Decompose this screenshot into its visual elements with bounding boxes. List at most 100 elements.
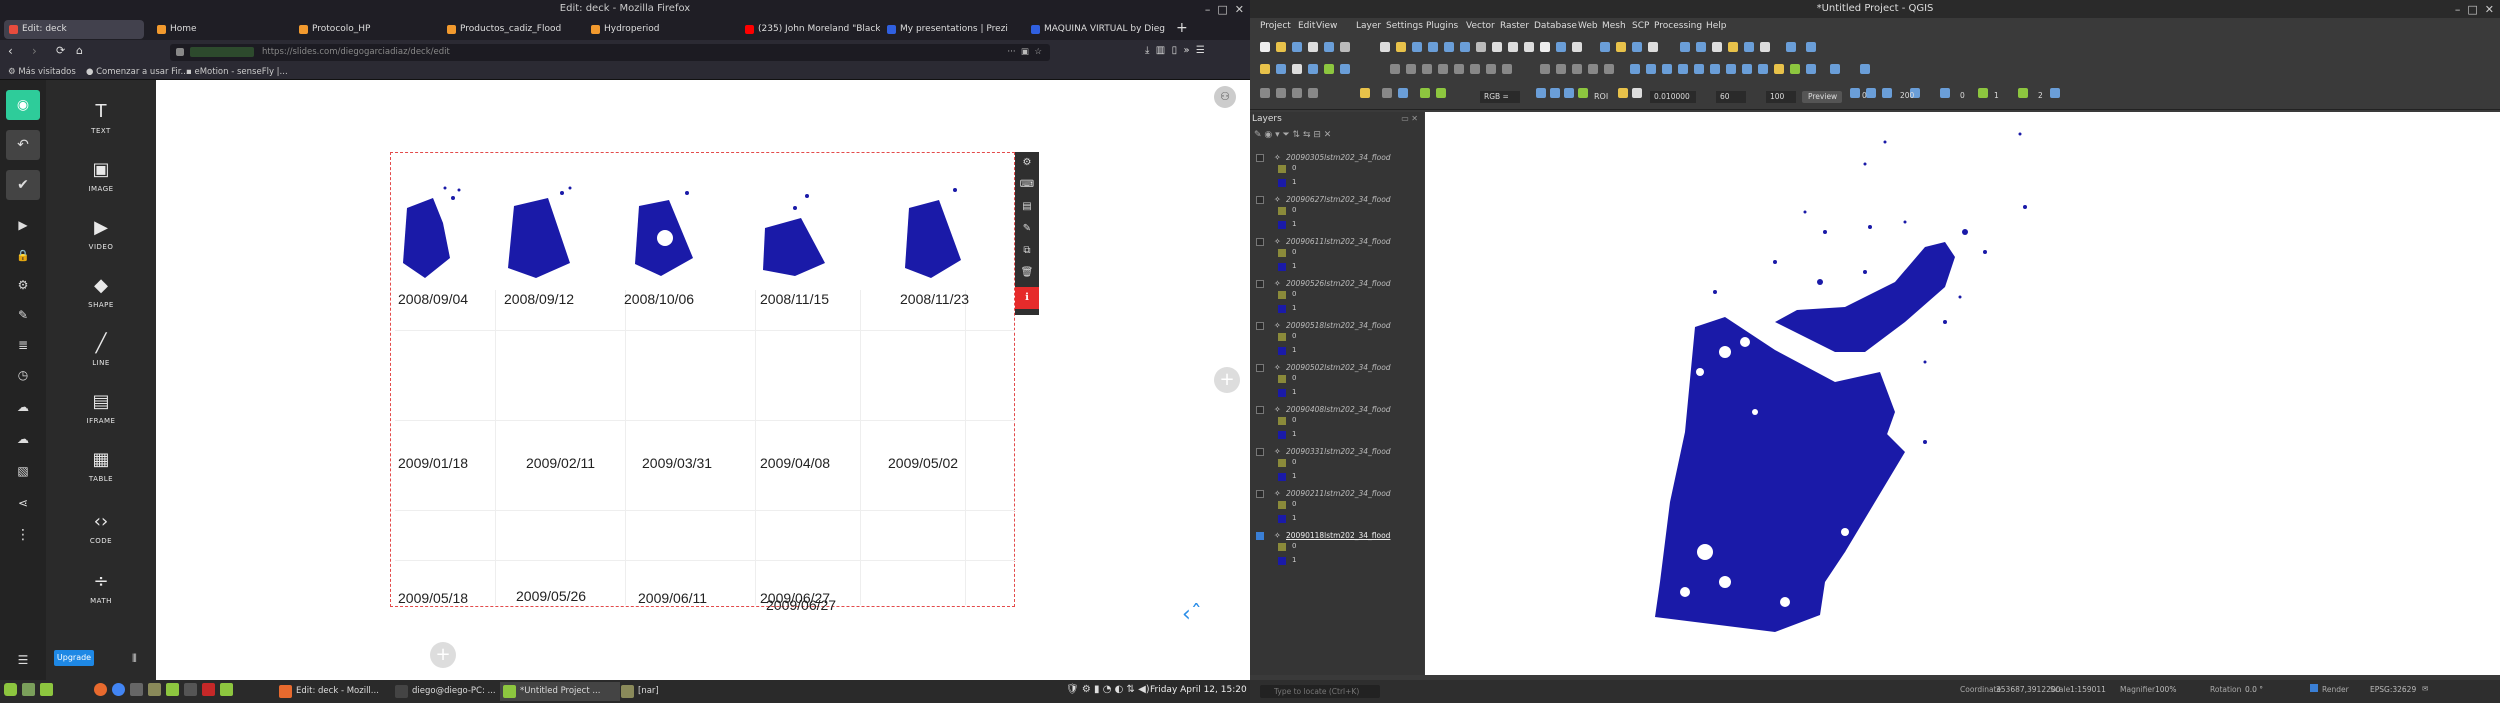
layer-visibility-checkbox[interactable] — [1256, 196, 1264, 204]
upgrade-button[interactable]: Upgrade — [54, 650, 94, 666]
layer-visibility-checkbox[interactable] — [1256, 154, 1264, 162]
cloud-download-icon[interactable]: ☁ — [6, 424, 40, 454]
date-label[interactable]: 2009/01/18 — [398, 455, 468, 471]
layer-visibility-checkbox[interactable] — [1256, 364, 1264, 372]
locator-search-input[interactable]: Type to locate (Ctrl+K) — [1260, 685, 1380, 698]
reload-button[interactable]: ⟳ — [56, 44, 65, 57]
tab-youtube[interactable]: (235) John Moreland "Black& — [740, 20, 880, 39]
magnifier-value[interactable]: 100% — [2155, 685, 2176, 694]
firefox-launcher-icon[interactable] — [94, 683, 107, 696]
menu-database[interactable]: Database — [1534, 21, 1577, 31]
url-bar[interactable]: https://slides.com/diegogarciadiaz/deck/… — [170, 44, 1050, 61]
save-check-icon[interactable]: ✔ — [6, 170, 40, 200]
date-label[interactable]: 2009/05/02 — [888, 455, 958, 471]
rgb-combo[interactable]: RGB = — [1480, 91, 1520, 103]
tab-protocolo[interactable]: Protocolo_HP — [294, 20, 434, 39]
show-desktop-icon[interactable] — [22, 683, 35, 696]
layer-item[interactable]: ✧ 20090211lstm202_34_flood 0 1 — [1254, 488, 1424, 530]
menu-processing[interactable]: Processing — [1654, 21, 1702, 31]
tool-code[interactable]: ‹› CODE — [46, 510, 156, 545]
book-icon[interactable]: ▤ — [1015, 196, 1039, 218]
date-label[interactable]: 2009/05/26 — [516, 588, 586, 604]
flood-map-thumbnail[interactable] — [625, 168, 705, 288]
layer-item[interactable]: ✧ 20090502lstm202_34_flood 0 1 — [1254, 362, 1424, 404]
tool-video[interactable]: ▶ VIDEO — [46, 216, 156, 251]
window-controls[interactable]: – □ ✕ — [2455, 3, 2494, 16]
stack-icon[interactable]: ≣ — [6, 330, 40, 360]
flood-map-thumbnail[interactable] — [895, 168, 975, 288]
layer-item[interactable]: ✧ 20090305lstm202_34_flood 0 1 — [1254, 152, 1424, 194]
tab-home[interactable]: Home — [152, 20, 292, 39]
date-label[interactable]: 2009/03/31 — [642, 455, 712, 471]
tab-maquina[interactable]: MAQUINA VIRTUAL by Dieg — [1026, 20, 1166, 39]
tool-table[interactable]: ▦ TABLE — [46, 448, 156, 483]
date-label[interactable]: 2009/05/18 — [398, 590, 468, 606]
settings-gear-icon[interactable]: ⚙ — [1015, 152, 1039, 174]
date-label[interactable]: 2008/10/06 — [624, 291, 694, 307]
layer-item[interactable]: ✧ 20090526lstm202_34_flood 0 1 — [1254, 278, 1424, 320]
terminal-launcher-icon[interactable] — [130, 683, 143, 696]
layer-item[interactable]: ✧ 20090627lstm202_34_flood 0 1 — [1254, 194, 1424, 236]
field-v1[interactable]: 0 — [1862, 91, 1867, 100]
task-qgis[interactable]: *Untitled Project ... — [500, 682, 620, 701]
render-checkbox[interactable] — [2310, 684, 2318, 692]
bookmark-item[interactable]: ● Comenzar a usar Fir... — [86, 67, 189, 77]
lock-icon[interactable]: 🔒 — [6, 240, 40, 270]
min-field[interactable]: 60 — [1716, 91, 1746, 103]
filezilla-launcher-icon[interactable] — [202, 683, 215, 696]
task-terminal[interactable]: diego@diego-PC: ... — [392, 682, 512, 701]
menu-project[interactable]: Project — [1260, 21, 1291, 31]
scale-value[interactable]: 1:159011 — [2070, 685, 2106, 694]
chrome-launcher-icon[interactable] — [112, 683, 125, 696]
window-controls[interactable]: – □ ✕ — [1205, 3, 1244, 16]
menu-layer[interactable]: Layer — [1356, 21, 1381, 31]
app-launcher-icon[interactable] — [184, 683, 197, 696]
trash-icon[interactable]: 🗑 — [1015, 262, 1039, 284]
date-label[interactable]: 2009/04/08 — [760, 455, 830, 471]
more-vertical-icon[interactable]: ⋮ — [6, 520, 40, 550]
flood-map-thumbnail[interactable] — [755, 168, 835, 288]
tool-math[interactable]: ÷ MATH — [46, 570, 156, 605]
layer-item[interactable]: ✧ 20090331lstm202_34_flood 0 1 — [1254, 446, 1424, 488]
undo-icon[interactable]: ↶ — [6, 130, 40, 160]
rotation-value[interactable]: 0.0 ° — [2245, 685, 2263, 694]
brush-icon[interactable]: ✎ — [6, 300, 40, 330]
flood-map-thumbnail[interactable] — [395, 168, 475, 288]
date-label[interactable]: 2008/09/04 — [398, 291, 468, 307]
new-tab-button[interactable]: + — [1176, 20, 1188, 36]
menu-view[interactable]: View — [1316, 21, 1337, 31]
menu-mesh[interactable]: Mesh — [1602, 21, 1626, 31]
menu-edit[interactable]: Edit — [1298, 21, 1315, 31]
tool-iframe[interactable]: ▤ IFRAME — [46, 390, 156, 425]
max-field[interactable]: 100 — [1766, 91, 1796, 103]
layer-visibility-checkbox[interactable] — [1256, 490, 1264, 498]
history-icon[interactable]: ◷ — [6, 360, 40, 390]
date-label[interactable]: 2008/09/12 — [504, 291, 574, 307]
distance-field[interactable]: 0.010000 — [1650, 91, 1696, 103]
start-menu-icon[interactable] — [4, 683, 17, 696]
add-slide-below-button[interactable]: + — [430, 642, 456, 668]
brush-icon[interactable]: ✎ — [1015, 218, 1039, 240]
menu-plugins[interactable]: Plugins — [1426, 21, 1458, 31]
messages-icon[interactable]: ✉ — [2422, 684, 2428, 693]
settings-gear-icon[interactable]: ⚙ — [6, 270, 40, 300]
menu-icon[interactable]: ☰ — [6, 645, 40, 675]
layer-item[interactable]: ✧ 20090611lstm202_34_flood 0 1 — [1254, 236, 1424, 278]
tab-edit-deck[interactable]: Edit: deck — [4, 20, 144, 39]
layer-visibility-checkbox[interactable] — [1256, 406, 1264, 414]
share-icon[interactable]: ⋖ — [6, 488, 40, 518]
task-firefox[interactable]: Edit: deck - Mozill... — [276, 682, 396, 701]
forward-button[interactable]: › — [32, 44, 37, 58]
map-canvas[interactable] — [1425, 112, 2500, 675]
field-v5[interactable]: 2 — [2038, 91, 2043, 100]
panel-close-icon[interactable]: ▭ ✕ — [1401, 114, 1418, 123]
bookmark-item[interactable]: ⚙ Más visitados — [8, 67, 76, 77]
tab-prezi[interactable]: My presentations | Prezi — [882, 20, 1022, 39]
task-folder[interactable]: [nar] — [618, 682, 698, 701]
qgis-launcher-icon[interactable] — [220, 683, 233, 696]
layer-item[interactable]: ✧ 20090518lstm202_34_flood 0 1 — [1254, 320, 1424, 362]
layer-visibility-checkbox[interactable] — [1256, 322, 1264, 330]
date-label[interactable]: 2009/02/11 — [526, 455, 595, 471]
collaborate-icon[interactable]: ⚇ — [1214, 86, 1236, 108]
nav-arrows-icon[interactable]: ‹ˆ — [1182, 602, 1202, 627]
